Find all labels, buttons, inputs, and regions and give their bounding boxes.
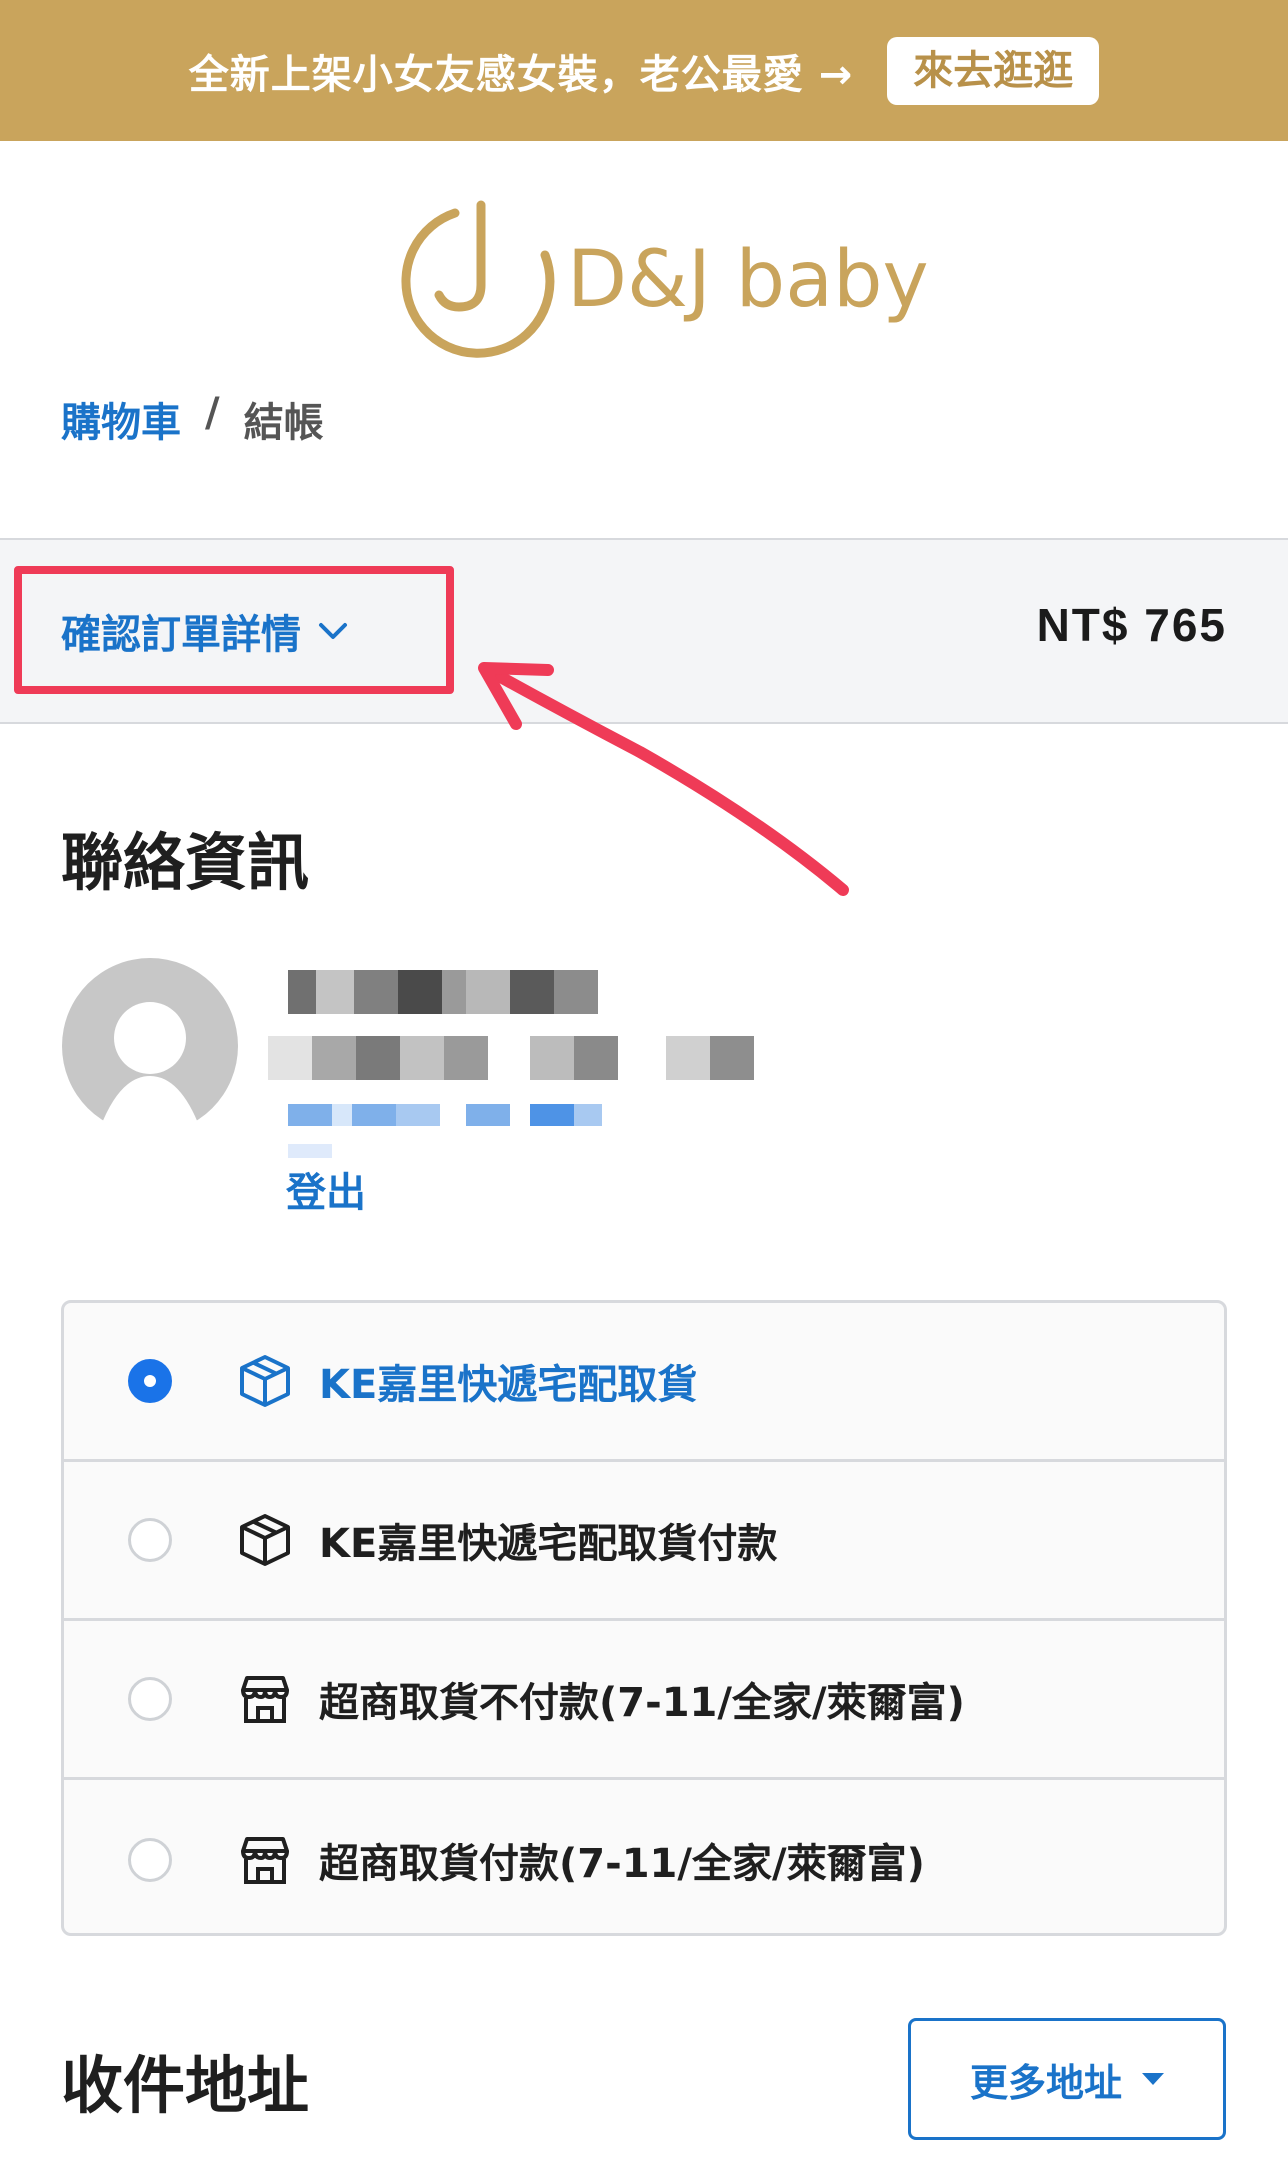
more-addresses-label: 更多地址	[969, 2060, 1122, 2105]
shipping-option-label: KE嘉里快遞宅配取貨	[319, 1362, 698, 1408]
package-icon	[240, 1514, 290, 1566]
promo-button[interactable]: 來去逛逛	[887, 36, 1100, 105]
shipping-option[interactable]: KE嘉里快遞宅配取貨	[64, 1303, 1224, 1462]
brand-name: D&J baby	[567, 235, 929, 325]
radio-unselected[interactable]	[128, 1677, 172, 1721]
store-icon	[241, 1676, 289, 1723]
avatar-icon	[62, 958, 238, 1128]
shipping-option-label: KE嘉里快遞宅配取貨付款	[319, 1521, 778, 1567]
logo-mark-icon	[401, 200, 555, 358]
contact-section-title: 聯絡資訊	[61, 826, 310, 899]
annotation-highlight-box	[14, 566, 454, 694]
promo-banner[interactable]: 全新上架小女友感女裝，老公最愛 → 來去逛逛	[0, 0, 1288, 141]
more-addresses-button[interactable]: 更多地址	[908, 2018, 1226, 2140]
shipping-option[interactable]: KE嘉里快遞宅配取貨付款	[64, 1462, 1224, 1621]
package-icon	[240, 1355, 290, 1407]
shipping-options: KE嘉里快遞宅配取貨 KE嘉里快遞宅配取貨付款 超商取貨不付款(7-11/全家/…	[61, 1300, 1227, 1936]
shipping-option[interactable]: 超商取貨不付款(7-11/全家/萊爾富)	[64, 1621, 1224, 1780]
store-icon	[241, 1836, 289, 1884]
caret-down-icon	[1142, 2073, 1164, 2085]
annotation-arrow-icon	[478, 662, 849, 896]
shipping-option[interactable]: 超商取貨付款(7-11/全家/萊爾富)	[64, 1780, 1224, 1933]
radio-unselected[interactable]	[128, 1518, 172, 1562]
promo-text: 全新上架小女友感女裝，老公最愛 →	[188, 51, 854, 98]
brand-logo[interactable]: D&J baby	[395, 195, 929, 370]
breadcrumb-current: 結帳	[243, 400, 324, 446]
breadcrumb: 購物車 / 結帳	[61, 390, 324, 448]
radio-unselected[interactable]	[128, 1837, 172, 1882]
radio-selected[interactable]	[128, 1359, 172, 1403]
shipping-option-label: 超商取貨不付款(7-11/全家/萊爾富)	[319, 1680, 965, 1726]
address-section-title: 收件地址	[61, 2049, 310, 2122]
breadcrumb-cart-link[interactable]: 購物車	[61, 390, 181, 448]
breadcrumb-separator: /	[205, 390, 220, 436]
logout-link[interactable]: 登出	[286, 1160, 366, 1218]
order-total: NT$ 765	[1036, 599, 1227, 651]
shipping-option-label: 超商取貨付款(7-11/全家/萊爾富)	[319, 1840, 925, 1887]
